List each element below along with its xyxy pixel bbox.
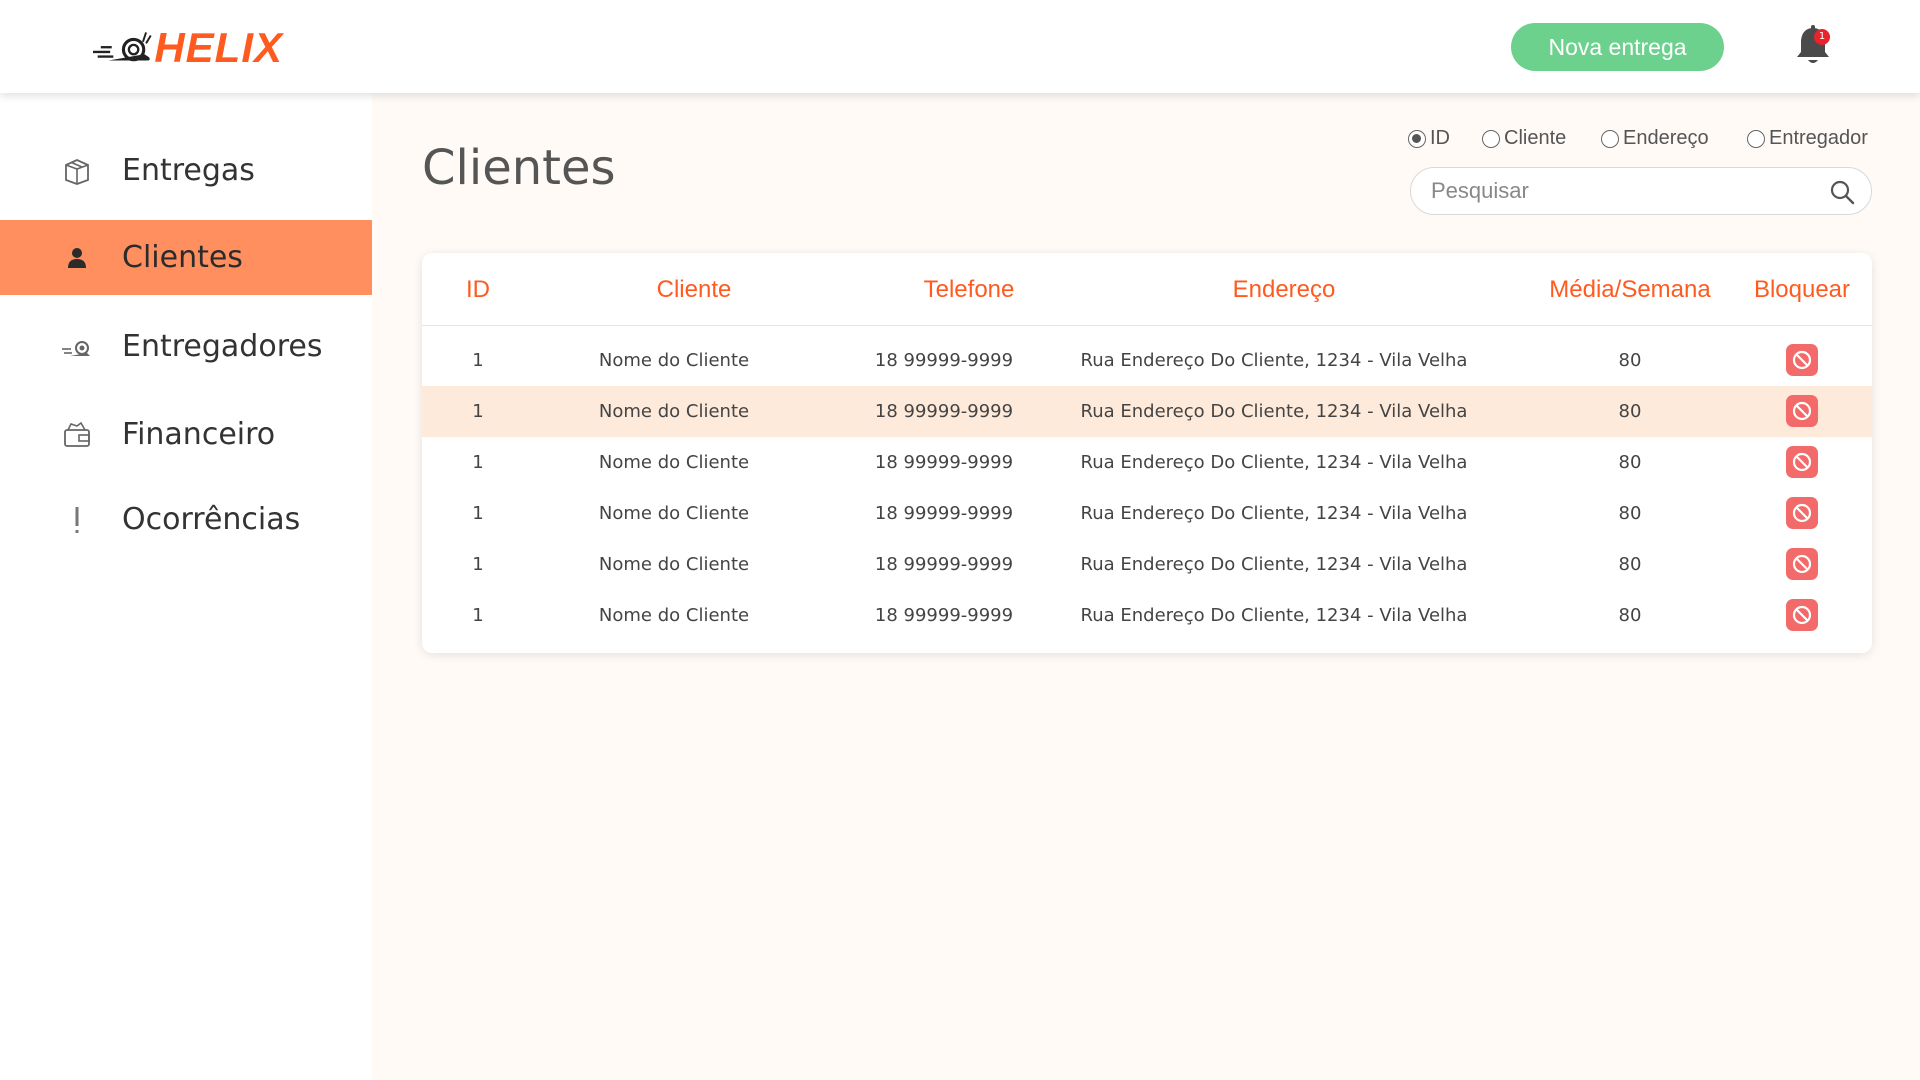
block-client-button[interactable] [1786, 548, 1818, 580]
cell-endereco: Rua Endereço Do Cliente, 1234 - Vila Vel… [1080, 350, 1468, 371]
block-client-button[interactable] [1786, 497, 1818, 529]
cell-endereco: Rua Endereço Do Cliente, 1234 - Vila Vel… [1080, 452, 1468, 473]
cell-endereco: Rua Endereço Do Cliente, 1234 - Vila Vel… [1080, 605, 1468, 626]
sidebar-item-label: Entregadores [122, 329, 323, 364]
radio-button[interactable] [1408, 129, 1426, 148]
filter-radio-entregador[interactable]: Entregador [1747, 127, 1868, 150]
cell-endereco: Rua Endereço Do Cliente, 1234 - Vila Vel… [1080, 401, 1468, 422]
search-input[interactable] [1431, 176, 1811, 206]
exclamation-icon [60, 503, 94, 537]
cell-id: 1 [472, 401, 484, 422]
cell-telefone: 18 99999-9999 [874, 401, 1014, 422]
block-icon [1792, 452, 1812, 472]
filter-radio-cliente[interactable]: Cliente [1482, 127, 1566, 150]
sidebar-item-ocorrencias[interactable]: Ocorrências [0, 482, 372, 557]
table-row[interactable]: 1 Nome do Cliente 18 99999-9999 Rua Endereç… [422, 488, 1872, 539]
table-row[interactable]: 1 Nome do Cliente 18 99999-9999 Rua Endereç… [422, 539, 1872, 590]
cell-media: 80 [1618, 401, 1642, 422]
filter-radio-endereco[interactable]: Endereço [1601, 127, 1709, 150]
helix-logo[interactable]: HELIX [93, 26, 283, 70]
logo-text: HELIX [154, 24, 283, 71]
cell-cliente: Nome do Cliente [598, 503, 750, 524]
user-icon [60, 241, 94, 275]
cell-id: 1 [472, 605, 484, 626]
cell-media: 80 [1618, 452, 1642, 473]
table-row[interactable]: 1 Nome do Cliente 18 99999-9999 Rua Endereç… [422, 386, 1872, 437]
cell-endereco: Rua Endereço Do Cliente, 1234 - Vila Vel… [1080, 554, 1468, 575]
cell-cliente: Nome do Cliente [598, 554, 750, 575]
search-icon[interactable] [1829, 179, 1855, 205]
table-header: ID Cliente Telefone Endereço Média/Seman… [422, 253, 1872, 326]
column-header-bloquear: Bloquear [1753, 276, 1851, 303]
cell-media: 80 [1618, 605, 1642, 626]
top-bar: HELIX Nova entrega 1 [0, 0, 1920, 93]
cell-media: 80 [1618, 350, 1642, 371]
sidebar-item-entregadores[interactable]: Entregadores [0, 309, 372, 384]
block-client-button[interactable] [1786, 446, 1818, 478]
block-icon [1792, 503, 1812, 523]
block-client-button[interactable] [1786, 344, 1818, 376]
block-icon [1792, 401, 1812, 421]
cell-cliente: Nome do Cliente [598, 350, 750, 371]
package-icon [60, 154, 94, 188]
cell-telefone: 18 99999-9999 [874, 554, 1014, 575]
table-row[interactable]: 1 Nome do Cliente 18 99999-9999 Rua Endereç… [422, 590, 1872, 641]
new-delivery-button[interactable]: Nova entrega [1511, 23, 1724, 71]
sidebar-item-label: Financeiro [122, 417, 276, 452]
sidebar-item-entregas[interactable]: Entregas [0, 133, 372, 208]
snail-logo-icon [93, 32, 152, 62]
sidebar: Entregas Clientes Entregadores Financeir… [0, 93, 372, 1080]
wallet-icon [60, 418, 94, 452]
page-title: Clientes [422, 140, 616, 196]
cell-endereco: Rua Endereço Do Cliente, 1234 - Vila Vel… [1080, 503, 1468, 524]
sidebar-item-label: Ocorrências [122, 502, 301, 537]
filter-radio-id[interactable]: ID [1408, 127, 1450, 150]
block-client-button[interactable] [1786, 599, 1818, 631]
radio-button[interactable] [1747, 129, 1765, 148]
cell-id: 1 [472, 452, 484, 473]
radio-button[interactable] [1482, 129, 1500, 148]
notifications-button[interactable]: 1 [1793, 24, 1833, 68]
cell-cliente: Nome do Cliente [598, 401, 750, 422]
column-header-media-semana: Média/Semana [1549, 276, 1711, 303]
block-icon [1792, 554, 1812, 574]
cell-cliente: Nome do Cliente [598, 452, 750, 473]
cell-media: 80 [1618, 503, 1642, 524]
table-row[interactable]: 1 Nome do Cliente 18 99999-9999 Rua Endereç… [422, 335, 1872, 386]
cell-id: 1 [472, 503, 484, 524]
cell-media: 80 [1618, 554, 1642, 575]
search-box [1410, 167, 1872, 215]
sidebar-item-clientes[interactable]: Clientes [0, 220, 372, 295]
block-client-button[interactable] [1786, 395, 1818, 427]
block-icon [1792, 350, 1812, 370]
radio-button[interactable] [1601, 129, 1619, 148]
snail-icon [60, 330, 94, 364]
column-header-telefone: Telefone [923, 276, 1015, 303]
cell-telefone: 18 99999-9999 [874, 605, 1014, 626]
cell-id: 1 [472, 350, 484, 371]
cell-cliente: Nome do Cliente [598, 605, 750, 626]
sidebar-item-label: Clientes [122, 240, 243, 275]
cell-id: 1 [472, 554, 484, 575]
column-header-id: ID [466, 276, 490, 303]
block-icon [1792, 605, 1812, 625]
table-row[interactable]: 1 Nome do Cliente 18 99999-9999 Rua Endereç… [422, 437, 1872, 488]
cell-telefone: 18 99999-9999 [874, 503, 1014, 524]
search-filter-group: ID Cliente Endereço Entregador [1408, 127, 1878, 155]
cell-telefone: 18 99999-9999 [874, 452, 1014, 473]
column-header-endereco: Endereço [1232, 276, 1336, 303]
column-header-cliente: Cliente [656, 276, 732, 303]
cell-telefone: 18 99999-9999 [874, 350, 1014, 371]
sidebar-item-label: Entregas [122, 153, 255, 188]
clients-table: ID Cliente Telefone Endereço Média/Seman… [422, 253, 1872, 653]
notification-badge: 1 [1814, 29, 1830, 45]
sidebar-item-financeiro[interactable]: Financeiro [0, 397, 372, 472]
